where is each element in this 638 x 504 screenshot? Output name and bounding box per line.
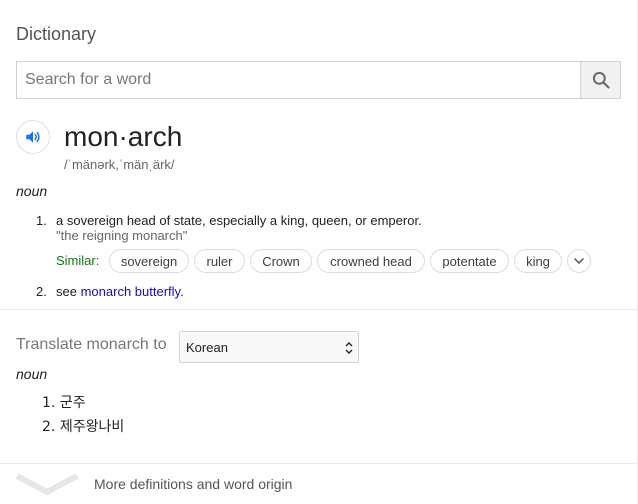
chevron-down-icon [574,258,584,264]
language-select-value: Korean [186,339,228,355]
similar-label: Similar: [56,253,100,268]
pronounce-button[interactable] [16,120,50,154]
translation-number: 1. [42,395,56,411]
select-arrows-icon [345,342,353,354]
definition-example: "the reigning monarch" [56,228,188,243]
see-suffix: . [180,284,184,299]
definition-text: a sovereign head of state, especially a … [56,213,422,228]
similar-chip-crowned-head[interactable]: crowned head [317,249,425,273]
search-box [16,61,621,99]
more-similar-button[interactable] [567,249,591,273]
pronunciation: /ˈmänərk,ˈmänˌärk/ [64,157,175,172]
dictionary-card: Dictionary mon·arch /ˈmänərk,ˈmänˌärk/ n… [0,0,638,504]
translation-text: 제주왕나비 [59,419,125,435]
search-icon [592,71,610,89]
monarch-butterfly-link[interactable]: monarch butterfly [81,284,180,299]
search-button[interactable] [580,62,620,98]
divider [0,309,638,310]
similar-chip-sovereign[interactable]: sovereign [109,249,189,273]
speaker-icon [26,131,40,143]
similar-chip-king[interactable]: king [514,249,562,273]
search-input[interactable] [17,62,581,98]
translation-number: 2. [42,419,56,435]
headword: mon·arch [64,121,183,152]
translation-item: 1. 군주 [42,392,86,412]
see-prefix: see [56,284,77,299]
more-definitions-label: More definitions and word origin [94,476,293,492]
part-of-speech: noun [16,183,48,199]
similar-chip-crown[interactable]: Crown [250,249,312,273]
similar-chip-ruler[interactable]: ruler [194,249,245,273]
more-definitions-button[interactable]: More definitions and word origin [0,464,638,504]
translation-text: 군주 [59,395,86,411]
chevron-down-icon [15,473,79,496]
language-select[interactable]: Korean [179,331,359,363]
translate-label: Translate monarch to [16,336,167,353]
definition-text: see monarch butterfly. [56,284,184,299]
translation-item: 2. 제주왕나비 [42,416,124,436]
similar-chip-potentate[interactable]: potentate [430,249,509,273]
card-title: Dictionary [16,24,97,44]
definition-number: 2. [36,284,47,299]
translate-part-of-speech: noun [16,366,48,382]
definition-number: 1. [36,213,47,228]
